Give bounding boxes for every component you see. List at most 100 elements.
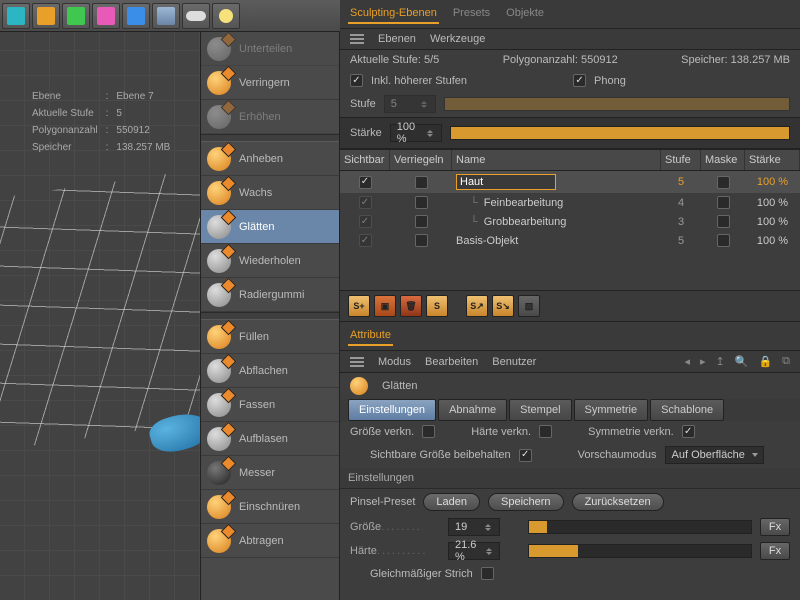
search-icon[interactable]: 🔍 bbox=[735, 355, 749, 368]
lbl-groesse: Größe........ bbox=[350, 521, 440, 533]
chk-layer-visible[interactable] bbox=[359, 196, 372, 209]
slider-haerte[interactable] bbox=[528, 544, 752, 558]
slider-stufe[interactable] bbox=[444, 97, 790, 111]
chk-gleichmaessig[interactable] bbox=[481, 567, 494, 580]
tool-unterteilen[interactable]: Unterteilen bbox=[201, 32, 339, 66]
chk-layer-visible[interactable] bbox=[359, 234, 372, 247]
chk-layer-lock[interactable] bbox=[415, 215, 428, 228]
lock-icon[interactable]: 🔒 bbox=[758, 355, 772, 368]
layer-row[interactable]: └Grobbearbeitung3100 % bbox=[340, 212, 800, 231]
tab-attribute[interactable]: Attribute bbox=[348, 326, 393, 346]
visible-size-row: Sichtbare Größe beibehalten Vorschaumodu… bbox=[340, 442, 800, 468]
btn-zuruecksetzen[interactable]: Zurücksetzen bbox=[572, 493, 664, 511]
atab-abnahme[interactable]: Abnahme bbox=[438, 399, 507, 421]
field-stufe[interactable]: 5 bbox=[384, 95, 436, 113]
field-staerke[interactable]: 100 % bbox=[390, 124, 442, 142]
layer-row[interactable]: └Feinbearbeitung4100 % bbox=[340, 193, 800, 212]
tool-glätten[interactable]: Glätten bbox=[201, 210, 339, 244]
btn-fx-groesse[interactable]: Fx bbox=[760, 518, 790, 536]
field-haerte[interactable]: 21.6 % bbox=[448, 542, 500, 560]
dropdown-vorschaumodus[interactable]: Auf Oberfläche bbox=[665, 446, 764, 464]
chk-phong[interactable] bbox=[573, 74, 586, 87]
panel-tabbar: Sculpting-Ebenen Presets Objekte bbox=[340, 0, 800, 29]
tool-anheben[interactable]: Anheben bbox=[201, 142, 339, 176]
slider-groesse[interactable] bbox=[528, 520, 752, 534]
chk-inkl-hoeher[interactable] bbox=[350, 74, 363, 87]
chk-groesse-verkn[interactable] bbox=[422, 425, 435, 438]
tab-presets[interactable]: Presets bbox=[451, 4, 492, 24]
btn-layer-action-3[interactable]: S↘ bbox=[492, 295, 514, 317]
tool-verringern[interactable]: Verringern bbox=[201, 66, 339, 100]
btn-laden[interactable]: Laden bbox=[423, 493, 480, 511]
chk-layer-mask[interactable] bbox=[717, 176, 730, 189]
chk-layer-visible[interactable] bbox=[359, 215, 372, 228]
cube-tool-button[interactable] bbox=[2, 3, 30, 29]
tool-wiederholen[interactable]: Wiederholen bbox=[201, 244, 339, 278]
render-view-button[interactable] bbox=[182, 3, 210, 29]
chk-haerte-verkn[interactable] bbox=[539, 425, 552, 438]
tool-messer[interactable]: Messer bbox=[201, 456, 339, 490]
tool-aufblasen[interactable]: Aufblasen bbox=[201, 422, 339, 456]
atab-schablone[interactable]: Schablone bbox=[650, 399, 724, 421]
tool-icon bbox=[207, 147, 231, 171]
nav-back-icon[interactable]: ◂ bbox=[684, 355, 690, 368]
tab-sculpting-ebenen[interactable]: Sculpting-Ebenen bbox=[348, 4, 439, 24]
tool-icon bbox=[207, 325, 231, 349]
new-window-icon[interactable]: ⧉ bbox=[782, 355, 790, 368]
tool-wachs[interactable]: Wachs bbox=[201, 176, 339, 210]
layer-name-input[interactable] bbox=[456, 174, 556, 190]
viewport[interactable]: Ebene:Ebene 7 Aktuelle Stufe:5 Polygonan… bbox=[0, 32, 200, 600]
subtab-werkzeuge[interactable]: Werkzeuge bbox=[430, 33, 485, 45]
layer-name: └Feinbearbeitung bbox=[452, 197, 661, 209]
menu-bearbeiten[interactable]: Bearbeiten bbox=[425, 356, 478, 368]
emitter-tool-button[interactable] bbox=[92, 3, 120, 29]
panel-subtabbar: Ebenen Werkzeuge bbox=[340, 29, 800, 50]
btn-add-folder[interactable]: ▣ bbox=[374, 295, 396, 317]
subtab-ebenen[interactable]: Ebenen bbox=[378, 33, 416, 45]
tool-fassen[interactable]: Fassen bbox=[201, 388, 339, 422]
btn-add-layer[interactable]: S+ bbox=[348, 295, 370, 317]
layer-row[interactable]: Basis-Objekt5100 % bbox=[340, 231, 800, 250]
chk-sichtbare-groesse[interactable] bbox=[519, 449, 532, 462]
layer-row[interactable]: 5100 % bbox=[340, 171, 800, 193]
groesse-line: Größe........ 19 Fx bbox=[340, 515, 800, 539]
btn-fx-haerte[interactable]: Fx bbox=[760, 542, 790, 560]
spline-tool-button[interactable] bbox=[32, 3, 60, 29]
hamburger-icon[interactable] bbox=[350, 357, 364, 367]
tool-erhöhen[interactable]: Erhöhen bbox=[201, 100, 339, 134]
deformer-tool-button[interactable] bbox=[122, 3, 150, 29]
chk-layer-mask[interactable] bbox=[717, 234, 730, 247]
btn-delete-layer[interactable]: 🗑 bbox=[400, 295, 422, 317]
slider-staerke[interactable] bbox=[450, 126, 790, 140]
atab-einstellungen[interactable]: Einstellungen bbox=[348, 399, 436, 421]
tool-label: Verringern bbox=[239, 77, 290, 89]
chk-symmetrie-verkn[interactable] bbox=[682, 425, 695, 438]
menu-benutzer[interactable]: Benutzer bbox=[492, 356, 536, 368]
nav-up-icon[interactable]: ↥ bbox=[716, 355, 725, 368]
hamburger-icon[interactable] bbox=[350, 34, 364, 44]
array-tool-button[interactable] bbox=[62, 3, 90, 29]
btn-speichern[interactable]: Speichern bbox=[488, 493, 564, 511]
chk-layer-lock[interactable] bbox=[415, 196, 428, 209]
tool-abtragen[interactable]: Abtragen bbox=[201, 524, 339, 558]
floor-tool-button[interactable] bbox=[152, 3, 180, 29]
menu-modus[interactable]: Modus bbox=[378, 356, 411, 368]
chk-layer-mask[interactable] bbox=[717, 196, 730, 209]
tool-füllen[interactable]: Füllen bbox=[201, 320, 339, 354]
chk-layer-visible[interactable] bbox=[359, 176, 372, 189]
btn-layer-action-4[interactable]: ▧ bbox=[518, 295, 540, 317]
chk-layer-mask[interactable] bbox=[717, 215, 730, 228]
chk-layer-lock[interactable] bbox=[415, 234, 428, 247]
atab-stempel[interactable]: Stempel bbox=[509, 399, 571, 421]
tool-radiergummi[interactable]: Radiergummi bbox=[201, 278, 339, 312]
nav-fwd-icon[interactable]: ▸ bbox=[700, 355, 706, 368]
tab-objekte[interactable]: Objekte bbox=[504, 4, 546, 24]
btn-layer-action-2[interactable]: S↗ bbox=[466, 295, 488, 317]
atab-symmetrie[interactable]: Symmetrie bbox=[574, 399, 649, 421]
tool-abflachen[interactable]: Abflachen bbox=[201, 354, 339, 388]
field-groesse[interactable]: 19 bbox=[448, 518, 500, 536]
btn-layer-action-1[interactable]: S bbox=[426, 295, 448, 317]
chk-layer-lock[interactable] bbox=[415, 176, 428, 189]
light-tool-button[interactable] bbox=[212, 3, 240, 29]
tool-einschnüren[interactable]: Einschnüren bbox=[201, 490, 339, 524]
